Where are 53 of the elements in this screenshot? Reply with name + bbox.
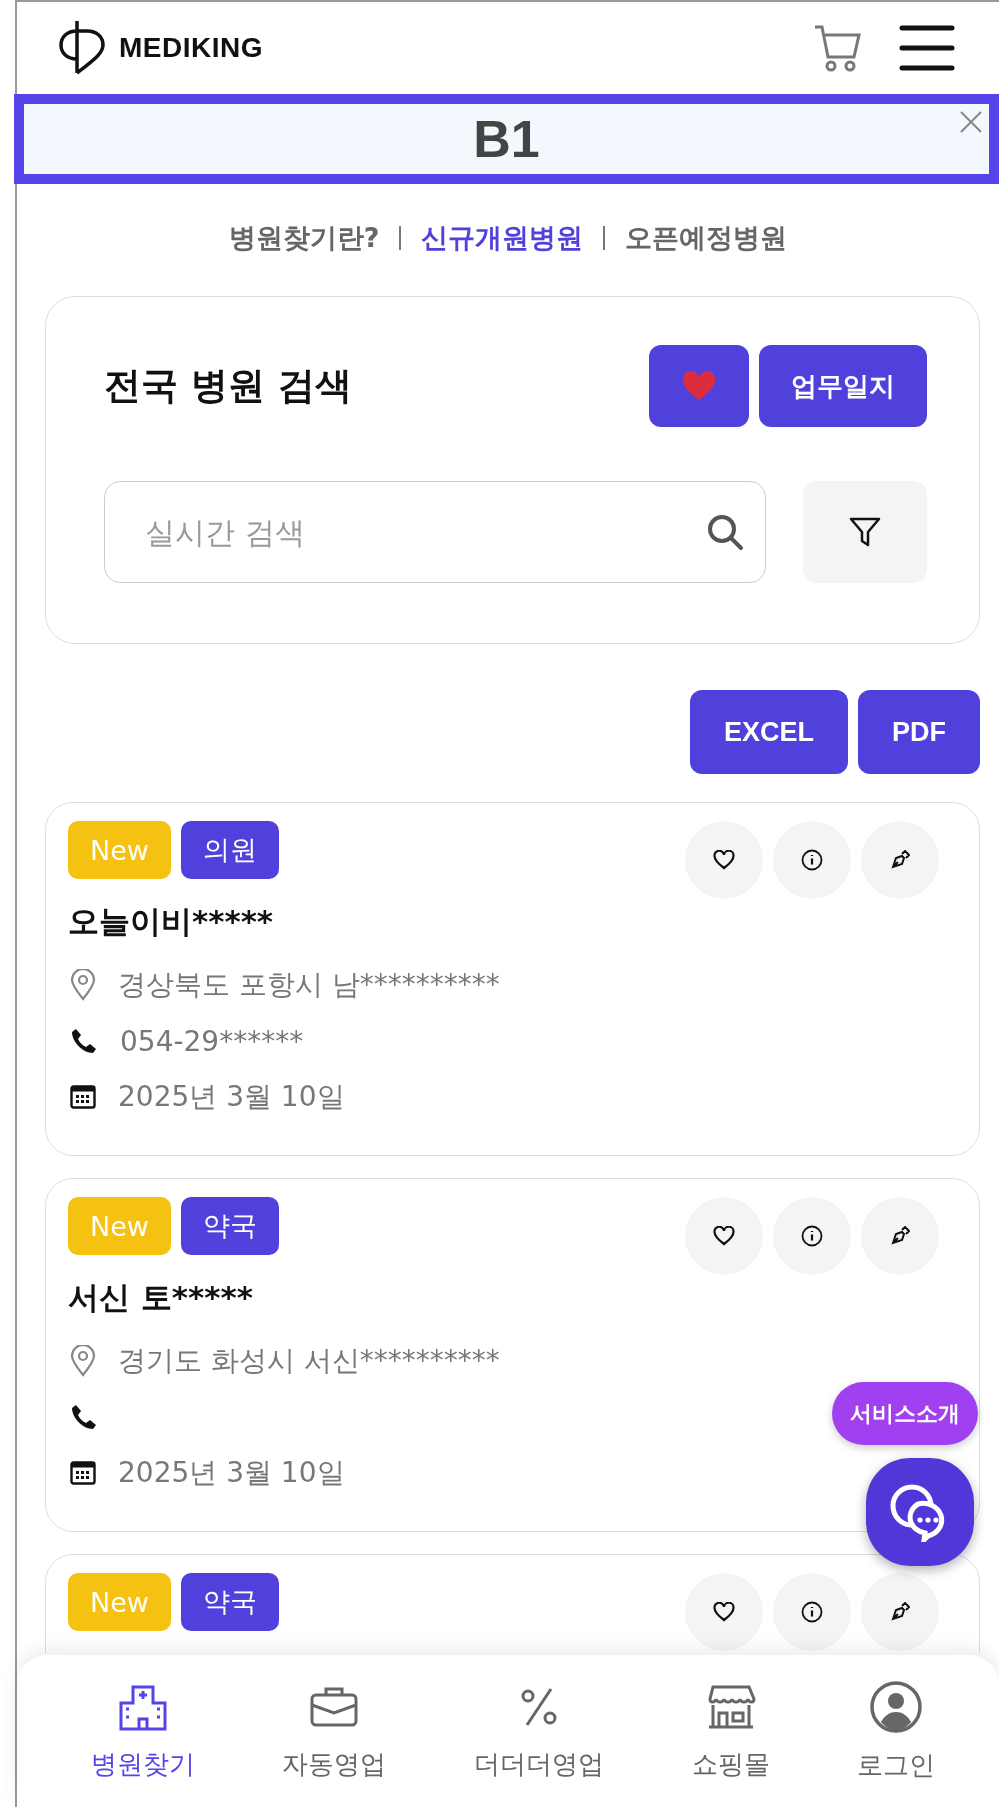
user-icon	[869, 1679, 924, 1734]
tag: New	[68, 821, 171, 879]
calendar-icon	[70, 1460, 96, 1486]
heart-icon	[713, 1226, 735, 1246]
heart-icon	[713, 850, 735, 870]
chat-button[interactable]	[866, 1458, 974, 1566]
pen-icon	[890, 1226, 910, 1246]
info-icon	[801, 849, 823, 871]
heart-icon	[682, 371, 716, 401]
search-icon[interactable]	[706, 513, 744, 551]
logo-text: MEDIKING	[119, 32, 263, 64]
close-icon[interactable]	[959, 110, 983, 134]
bottom-nav-item[interactable]: 병원찾기	[90, 1680, 195, 1782]
menu-icon[interactable]	[899, 24, 955, 72]
calendar-icon	[70, 1084, 96, 1110]
tag: 의원	[180, 821, 279, 879]
bottom-nav-item[interactable]: 자동영업	[282, 1680, 387, 1782]
panel-title: 전국 병원 검색	[104, 363, 352, 409]
search-field[interactable]: 실시간 검색	[104, 481, 766, 583]
filter-icon	[849, 516, 881, 548]
journal-button[interactable]: 업무일지	[759, 345, 927, 427]
phone-icon	[70, 1403, 98, 1431]
nav-link[interactable]: 신규개원병원	[421, 220, 584, 256]
info-icon	[801, 1601, 823, 1623]
address-text: 경상북도 포항시 남**********	[118, 967, 500, 1003]
clinic-name: 오늘이비*****	[68, 902, 275, 941]
tag: 약국	[180, 1573, 279, 1631]
location-pin-icon	[70, 969, 96, 1001]
location-pin-icon	[70, 1345, 96, 1377]
bottom-nav-item[interactable]: 더더더영업	[474, 1680, 604, 1782]
service-intro-button[interactable]: 서비스소개	[832, 1382, 978, 1445]
tag: New	[68, 1573, 171, 1631]
tag: New	[68, 1197, 171, 1255]
cart-icon[interactable]	[813, 23, 863, 73]
phone-text: 054-29******	[120, 1024, 304, 1058]
bottom-nav-item[interactable]: 쇼핑몰	[691, 1680, 770, 1782]
nav-link[interactable]: 오픈예정병원	[625, 220, 788, 256]
banner-text: B1	[473, 109, 540, 169]
info-icon	[801, 1225, 823, 1247]
date-text: 2025년 3월 10일	[118, 1079, 345, 1115]
result-card[interactable]: New 의원 오늘이비***** 경상북도 포항시 남********** 054-29****** 2025년 3월 10일	[45, 802, 980, 1156]
heart-icon	[713, 1602, 735, 1622]
export-button[interactable]: PDF	[858, 690, 980, 774]
pen-icon	[890, 1602, 910, 1622]
date-text: 2025년 3월 10일	[118, 1455, 345, 1491]
address-text: 경기도 화성시 서신**********	[118, 1343, 500, 1379]
pen-icon	[890, 850, 910, 870]
clinic-name: 서신 토*****	[68, 1278, 254, 1317]
export-button[interactable]: EXCEL	[689, 690, 848, 774]
phone-icon	[70, 1027, 98, 1055]
tag: 약국	[180, 1197, 279, 1255]
nav-link[interactable]: 병원찾기란?	[228, 220, 380, 256]
bottom-nav-item[interactable]: 로그인	[857, 1679, 936, 1783]
